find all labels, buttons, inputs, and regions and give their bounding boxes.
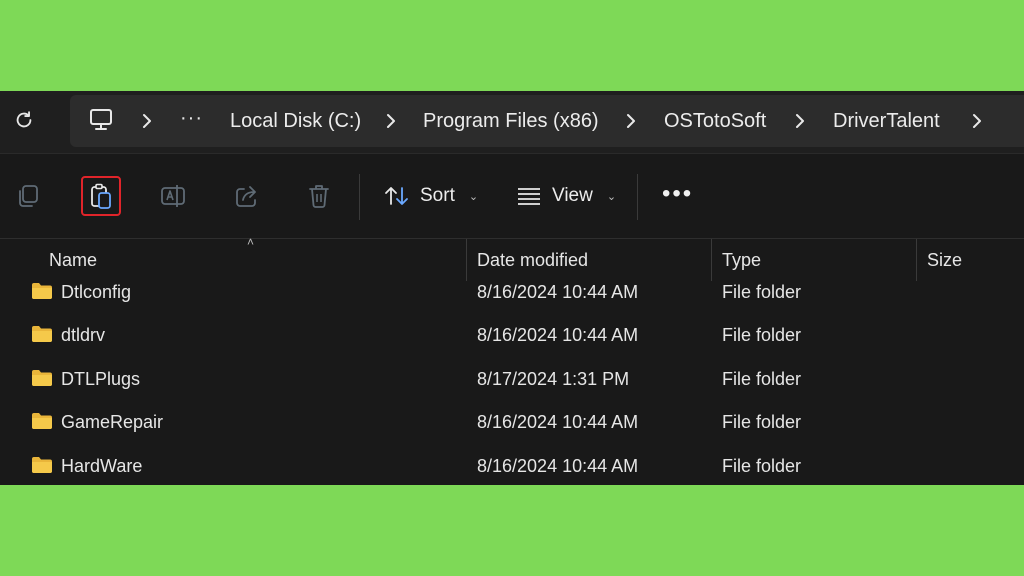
file-date-modified: 8/16/2024 10:44 AM xyxy=(477,325,639,345)
folder-icon xyxy=(32,326,52,342)
rename-button[interactable] xyxy=(154,176,194,216)
breadcrumb-drivertalent[interactable]: DriverTalent xyxy=(833,95,940,147)
view-label: View xyxy=(552,185,593,206)
table-row[interactable]: Dtlconfig 8/16/2024 10:44 AM File folder xyxy=(0,272,1024,312)
computer-icon[interactable] xyxy=(88,107,114,133)
chevron-right-icon[interactable] xyxy=(970,111,984,131)
address-row: ··· Local Disk (C:) Program Files (x86) … xyxy=(0,91,1024,153)
table-row[interactable]: DTLPlugs 8/17/2024 1:31 PM File folder xyxy=(0,359,1024,399)
file-type: File folder xyxy=(722,282,802,302)
sort-button[interactable]: Sort ⌄ xyxy=(384,176,478,216)
folder-icon xyxy=(32,370,52,386)
delete-button[interactable] xyxy=(299,176,339,216)
column-header-date[interactable]: Date modified xyxy=(477,247,588,273)
chevron-right-icon[interactable] xyxy=(384,111,398,131)
file-name: Dtlconfig xyxy=(61,282,132,302)
breadcrumb-program-files[interactable]: Program Files (x86) xyxy=(423,95,599,147)
file-explorer-window: ··· Local Disk (C:) Program Files (x86) … xyxy=(0,91,1024,485)
file-name: HardWare xyxy=(61,456,143,476)
column-header-size[interactable]: Size xyxy=(927,247,962,273)
view-button[interactable]: View ⌄ xyxy=(516,176,616,216)
file-name: GameRepair xyxy=(61,412,164,432)
folder-icon xyxy=(32,413,52,429)
refresh-button[interactable] xyxy=(10,106,38,134)
sort-ascending-icon: ˄ xyxy=(247,235,255,249)
column-header-name[interactable]: Name xyxy=(49,247,97,273)
file-list: ˄ Name Date modified Type Size Dtlconfig… xyxy=(0,235,1024,485)
file-date-modified: 8/17/2024 1:31 PM xyxy=(477,369,630,389)
table-row[interactable]: dtldrv 8/16/2024 10:44 AM File folder xyxy=(0,315,1024,355)
file-date-modified: 8/16/2024 10:44 AM xyxy=(477,282,639,302)
table-row[interactable]: GameRepair 8/16/2024 10:44 AM File folder xyxy=(0,402,1024,442)
file-date-modified: 8/16/2024 10:44 AM xyxy=(477,456,639,476)
paste-button[interactable] xyxy=(81,176,121,216)
column-header-type[interactable]: Type xyxy=(722,247,761,273)
delete-icon xyxy=(309,185,329,208)
address-bar[interactable]: ··· Local Disk (C:) Program Files (x86) … xyxy=(70,95,1024,147)
more-options-button[interactable]: ••• xyxy=(662,180,693,208)
command-bar: Sort ⌄ View ⌄ ••• xyxy=(0,154,1024,238)
rename-icon xyxy=(161,185,185,207)
file-type: File folder xyxy=(722,369,802,389)
file-type: File folder xyxy=(722,325,802,345)
file-type: File folder xyxy=(722,456,802,476)
chevron-right-icon[interactable] xyxy=(624,111,638,131)
file-name: dtldrv xyxy=(61,325,106,345)
sort-label: Sort xyxy=(420,185,455,206)
file-type: File folder xyxy=(722,412,802,432)
chevron-right-icon[interactable] xyxy=(140,111,154,131)
view-icon xyxy=(518,188,540,205)
share-icon xyxy=(236,186,256,207)
refresh-icon xyxy=(16,111,32,128)
folder-icon xyxy=(32,457,52,473)
table-row[interactable]: HardWare 8/16/2024 10:44 AM File folder xyxy=(0,446,1024,485)
share-button[interactable] xyxy=(227,176,267,216)
copy-icon xyxy=(19,185,38,207)
sort-icon xyxy=(385,187,408,205)
toolbar-separator xyxy=(637,174,638,220)
copy-button[interactable] xyxy=(8,176,48,216)
folder-icon xyxy=(32,283,52,299)
chevron-down-icon: ⌄ xyxy=(468,190,479,203)
chevron-right-icon[interactable] xyxy=(793,111,807,131)
toolbar-separator xyxy=(359,174,360,220)
paste-icon xyxy=(91,183,111,209)
breadcrumb-local-disk[interactable]: Local Disk (C:) xyxy=(230,95,361,147)
file-date-modified: 8/16/2024 10:44 AM xyxy=(477,412,639,432)
file-name: DTLPlugs xyxy=(61,369,141,389)
breadcrumb-overflow[interactable]: ··· xyxy=(180,95,203,147)
chevron-down-icon: ⌄ xyxy=(606,190,617,203)
breadcrumb-ostotosoft[interactable]: OSTotoSoft xyxy=(664,95,766,147)
